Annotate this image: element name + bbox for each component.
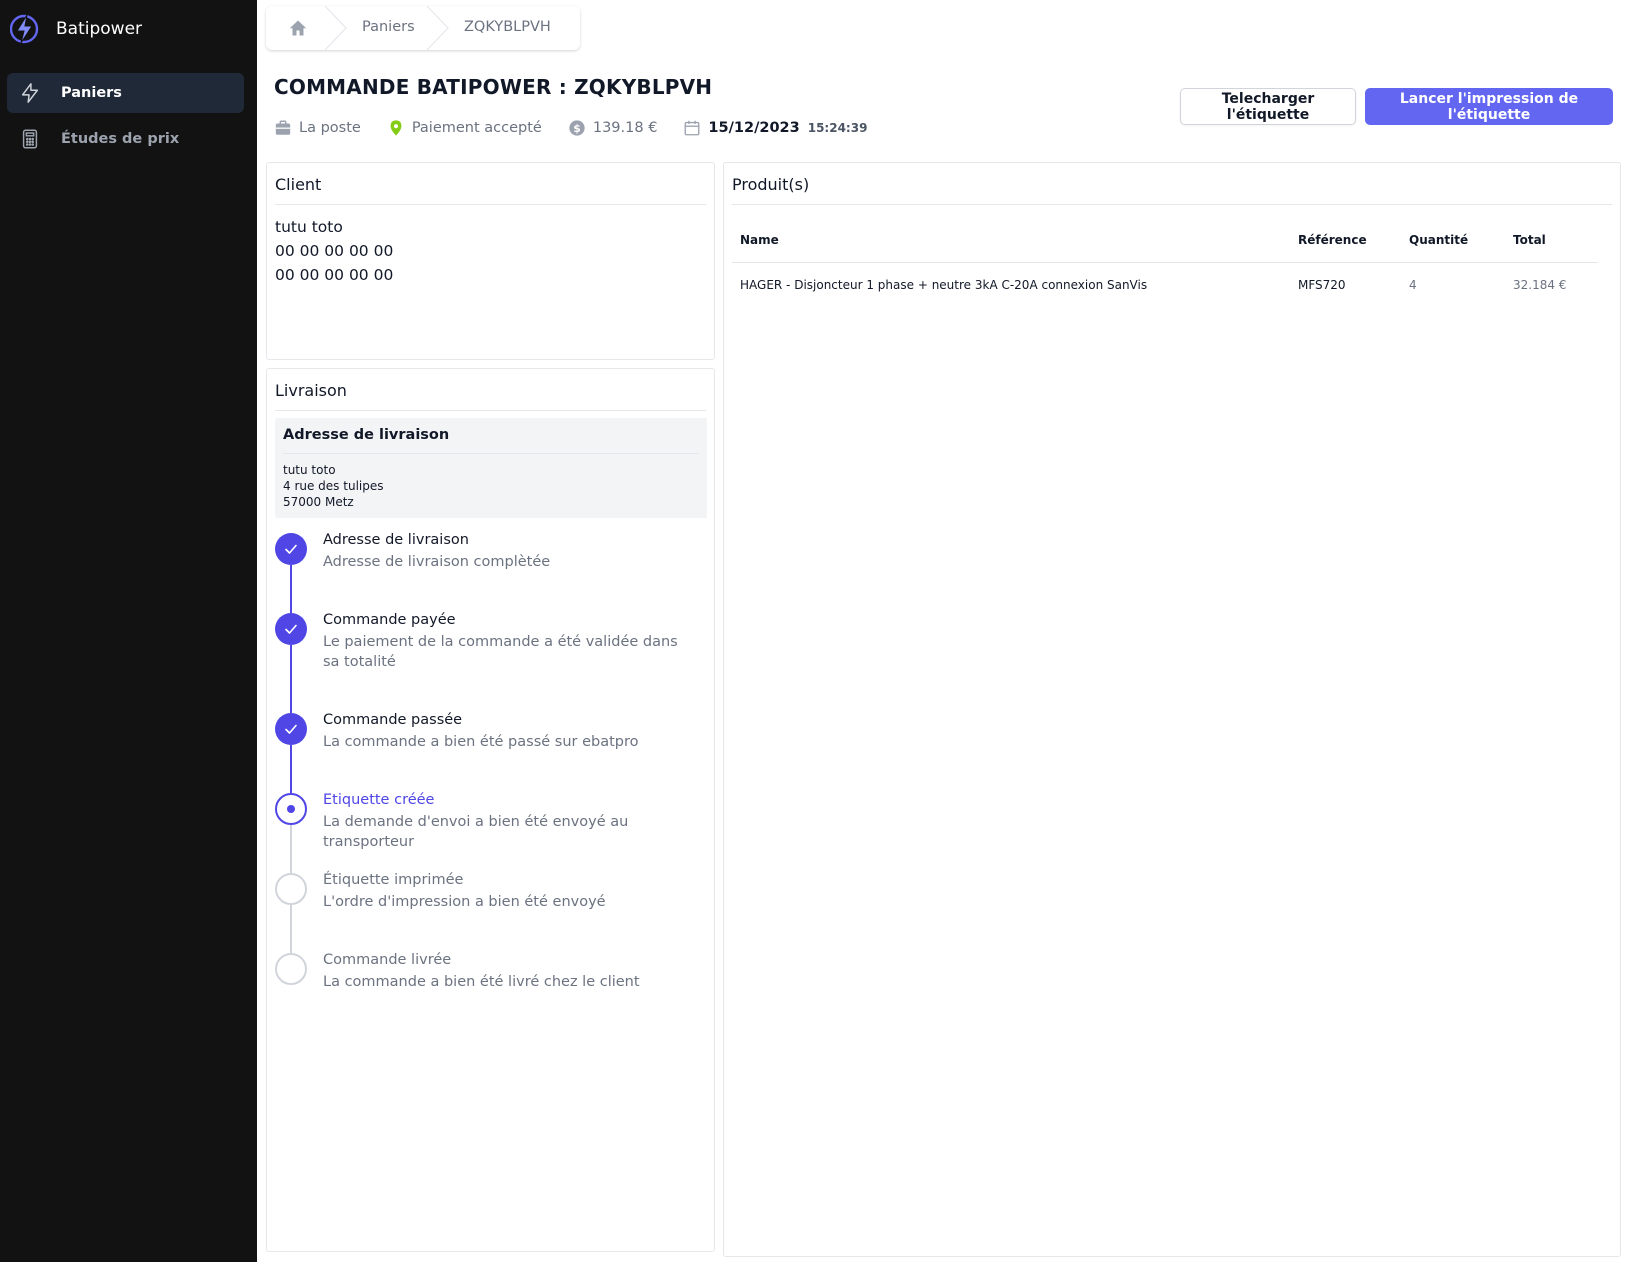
- address-line: tutu toto: [283, 463, 336, 477]
- time-value: 15:24:39: [807, 121, 868, 135]
- table-header-row: Name Référence Quantité Total: [732, 219, 1598, 263]
- order-amount: $ 139.18 €: [568, 119, 658, 137]
- order-meta: La poste Paiement accepté $ 139.18 € 15/…: [274, 116, 893, 140]
- step-status-done: [275, 613, 307, 645]
- products-table: Name Référence Quantité Total HAGER - Di…: [732, 219, 1598, 308]
- step-connector: [290, 905, 292, 953]
- table-row: HAGER - Disjoncteur 1 phase + neutre 3kA…: [732, 262, 1598, 308]
- divider: [275, 204, 706, 205]
- logo-icon: [10, 14, 39, 44]
- sidebar-item-paniers[interactable]: Paniers: [7, 73, 244, 113]
- brand[interactable]: Batipower: [10, 12, 142, 46]
- delivery-panel: Livraison Adresse de livraison tutu toto…: [266, 368, 715, 1252]
- step-connector: [290, 645, 292, 713]
- download-label-button[interactable]: Telecharger l'étiquette: [1180, 88, 1356, 125]
- home-icon[interactable]: [288, 18, 308, 38]
- order-date: 15/12/2023 15:24:39: [683, 119, 867, 137]
- step-title: Commande livrée: [323, 952, 452, 968]
- step-title: Adresse de livraison: [323, 532, 469, 548]
- client-details: tutu toto 00 00 00 00 00 00 00 00 00 00: [275, 215, 393, 287]
- client-name: tutu toto: [275, 218, 343, 236]
- calculator-icon: [22, 129, 38, 149]
- step-connector: [290, 745, 292, 793]
- step-description: La demande d'envoi a bien été envoyé au …: [323, 814, 629, 850]
- product-name: HAGER - Disjoncteur 1 phase + neutre 3kA…: [740, 278, 1148, 293]
- bolt-icon: [21, 83, 39, 103]
- step-title: Etiquette créée: [323, 792, 435, 808]
- address-line: 57000 Metz: [283, 495, 354, 509]
- delivery-address-lines: tutu toto 4 rue des tulipes 57000 Metz: [283, 462, 383, 510]
- address-line: 4 rue des tulipes: [283, 479, 384, 493]
- step-description: L'ordre d'impression a bien été envoyé: [323, 894, 606, 910]
- product-quantity: 4: [1409, 278, 1417, 293]
- delivery-panel-title: Livraison: [275, 381, 347, 400]
- main-content: Paniers ZQKYBLPVH COMMANDE BATIPOWER : Z…: [257, 0, 1625, 1262]
- products-panel: Produit(s) Name Référence Quantité Total…: [723, 162, 1621, 1257]
- step-title: Commande payée: [323, 612, 456, 628]
- breadcrumb-separator: [324, 6, 347, 50]
- payment-status: Paiement accepté: [387, 119, 542, 137]
- sidebar-item-label: Études de prix: [61, 131, 180, 147]
- divider: [275, 410, 706, 411]
- client-panel-title: Client: [275, 175, 322, 194]
- step-description: La commande a bien été livré chez le cli…: [323, 974, 640, 990]
- step-description: Le paiement de la commande a été validée…: [323, 634, 678, 670]
- carrier: La poste: [274, 119, 361, 137]
- step-status-todo: [275, 873, 307, 905]
- payment-status-label: Paiement accepté: [411, 120, 542, 136]
- product-total: 32.184 €: [1513, 278, 1567, 293]
- column-header-total: Total: [1505, 219, 1598, 263]
- column-header-reference: Référence: [1290, 219, 1401, 263]
- divider: [283, 453, 699, 454]
- product-reference: MFS720: [1298, 278, 1346, 293]
- print-label-button[interactable]: Lancer l'impression de l'étiquette: [1365, 88, 1613, 125]
- step-connector: [290, 825, 292, 873]
- step-status-done: [275, 713, 307, 745]
- page-title: COMMANDE BATIPOWER : ZQKYBLPVH: [274, 75, 713, 99]
- date-value: 15/12/2023: [708, 120, 800, 136]
- products-panel-title: Produit(s): [732, 175, 810, 194]
- step-status-current: [275, 793, 307, 825]
- breadcrumb-separator: [426, 6, 449, 50]
- delivery-address-card: Adresse de livraison tutu toto 4 rue des…: [275, 418, 707, 518]
- step-connector: [290, 565, 292, 613]
- divider: [732, 204, 1612, 205]
- step-title: Étiquette imprimée: [323, 872, 464, 888]
- step-description: Adresse de livraison complètée: [323, 554, 551, 570]
- step-status-done: [275, 533, 307, 565]
- amount-value: 139.18 €: [592, 120, 658, 136]
- carrier-name: La poste: [299, 120, 361, 136]
- column-header-name: Name: [732, 219, 1290, 263]
- client-phone: 00 00 00 00 00: [275, 266, 394, 284]
- svg-text:$: $: [573, 122, 581, 135]
- breadcrumb-item-paniers[interactable]: Paniers: [362, 19, 415, 35]
- column-header-quantity: Quantité: [1401, 219, 1505, 263]
- sidebar: Batipower Paniers Études de prix: [0, 0, 257, 1262]
- step-title: Commande passée: [323, 712, 463, 728]
- breadcrumb: Paniers ZQKYBLPVH: [266, 6, 580, 50]
- sidebar-item-etudes-de-prix[interactable]: Études de prix: [7, 119, 244, 159]
- delivery-address-title: Adresse de livraison: [283, 427, 450, 443]
- client-phone: 00 00 00 00 00: [275, 242, 394, 260]
- sidebar-item-label: Paniers: [61, 85, 122, 101]
- client-panel: Client tutu toto 00 00 00 00 00 00 00 00…: [266, 162, 715, 360]
- calendar-icon: [684, 120, 700, 136]
- breadcrumb-item-order[interactable]: ZQKYBLPVH: [464, 19, 551, 35]
- briefcase-icon: [275, 120, 291, 135]
- check-icon: [285, 544, 297, 554]
- step-status-todo: [275, 953, 307, 985]
- check-icon: [285, 724, 297, 734]
- app-name: Batipower: [56, 19, 143, 39]
- step-description: La commande a bien été passé sur ebatpro: [323, 734, 639, 750]
- location-pin-icon: [390, 120, 402, 136]
- check-icon: [285, 624, 297, 634]
- currency-icon: $: [569, 120, 585, 136]
